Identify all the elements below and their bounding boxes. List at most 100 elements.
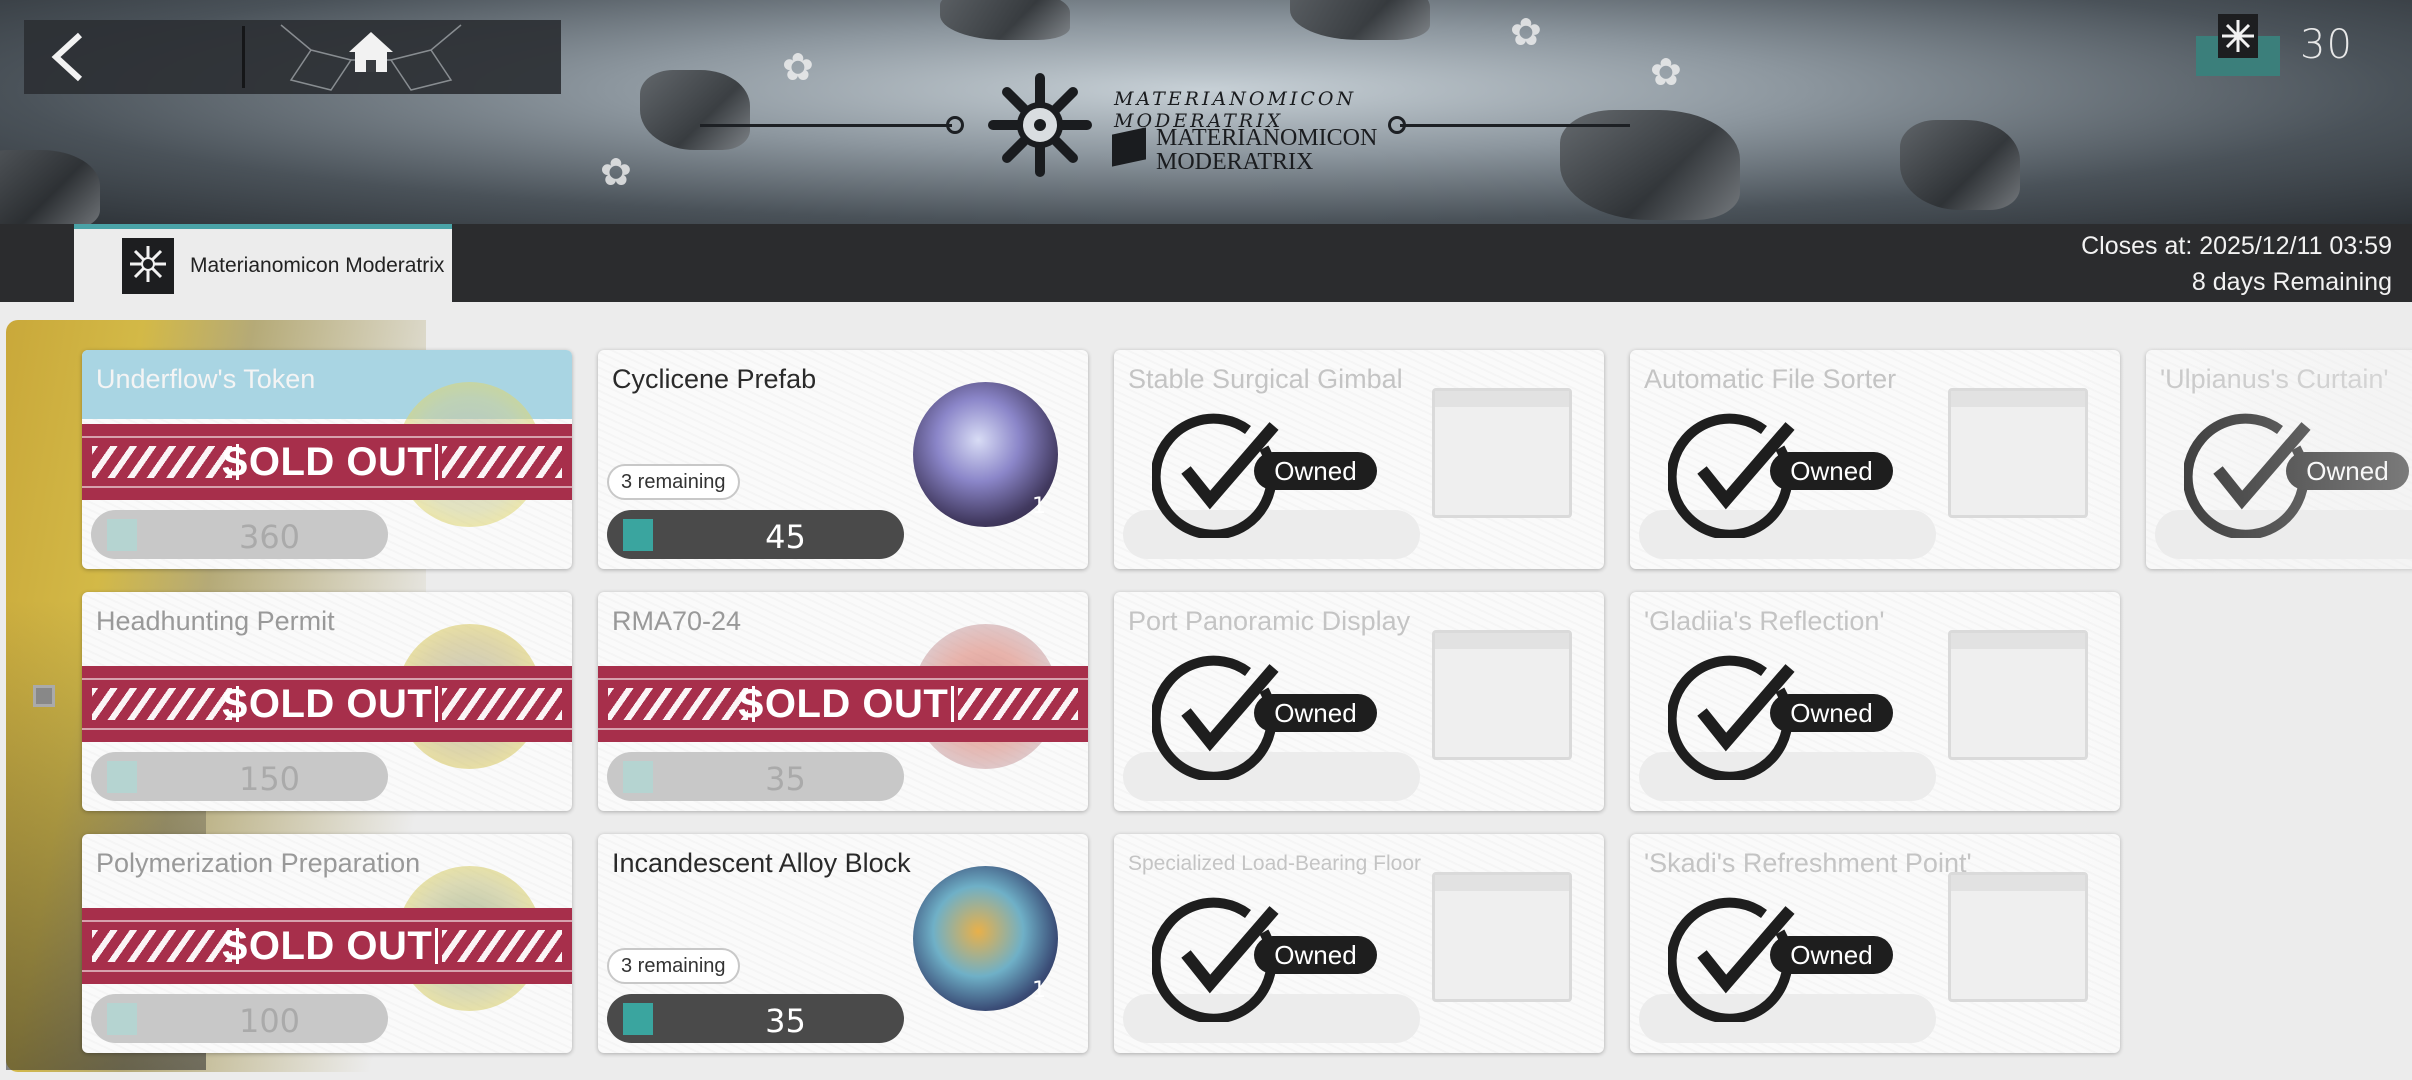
item-name: Polymerization Preparation [96, 848, 421, 878]
item-name: 'Gladiia's Reflection' [1644, 606, 1885, 636]
home-icon [280, 24, 462, 91]
item-card-automatic-file-sorter[interactable]: Automatic File Sorter Owned [1630, 350, 2120, 569]
item-name: Port Panoramic Display [1128, 606, 1411, 636]
stock-remaining: 3 remaining [607, 464, 740, 500]
materianomicon-token-icon [122, 237, 174, 294]
materianomicon-token-icon [2196, 14, 2280, 76]
item-card-polymerization-preparation[interactable]: Polymerization Preparation SOLD OUT 100 [82, 834, 572, 1053]
price-tag: 100 [91, 994, 388, 1043]
sold-out-label: SOLD OUT [221, 440, 433, 484]
owned-badge: Owned [1770, 452, 1893, 490]
materianomicon-token-icon [107, 519, 137, 551]
item-card-stable-surgical-gimbal[interactable]: Stable Surgical Gimbal Owned [1114, 350, 1604, 569]
flower-icon: ✿ [1650, 50, 1682, 94]
flower-icon: ✿ [1510, 10, 1542, 54]
item-card-cyclicene-prefab[interactable]: Cyclicene Prefab 1 3 remaining 45 [598, 350, 1088, 569]
banner-rock [940, 0, 1070, 40]
sold-out-banner: SOLD OUT [82, 666, 572, 742]
owned-badge: Owned [1770, 936, 1893, 974]
sold-out-label: SOLD OUT [737, 682, 949, 726]
stock-remaining: 3 remaining [607, 948, 740, 984]
price-tag: 360 [91, 510, 388, 559]
item-name: 'Skadi's Refreshment Point' [1644, 848, 1972, 878]
price-tag: 45 [607, 510, 904, 559]
tab-materianomicon-moderatrix[interactable]: Materianomicon Moderatrix [74, 224, 452, 302]
item-card-gladiias-reflection[interactable]: 'Gladiia's Reflection' Owned [1630, 592, 2120, 811]
materianomicon-token-icon [107, 1003, 137, 1035]
shop-schedule: Closes at: 2025/12/11 03:59 8 days Remai… [2081, 228, 2392, 300]
item-card-headhunting-permit[interactable]: Headhunting Permit SOLD OUT 150 [82, 592, 572, 811]
item-name: Underflow's Token [96, 364, 316, 394]
item-price: 360 [238, 518, 301, 556]
sold-out-banner: SOLD OUT [598, 666, 1088, 742]
logo-box-icon [1112, 127, 1146, 167]
item-name: Headhunting Permit [96, 606, 335, 636]
currency-display: 30 [2196, 14, 2353, 76]
owned-badge: Owned [1254, 452, 1377, 490]
shop-screen: ✿ ✿ ✿ ✿ MATERIANOMICON MODERATRIX MATERI… [0, 0, 2412, 1080]
item-price: 100 [238, 1002, 301, 1040]
owned-badge: Owned [1254, 694, 1377, 732]
furniture-thumbnail [1432, 872, 1572, 1002]
banner-rock [1290, 0, 1430, 40]
materianomicon-token-icon [107, 761, 137, 793]
sold-out-banner: SOLD OUT [82, 424, 572, 500]
logo-title-line2: MODERATRIX [1156, 149, 1314, 175]
decor-node [946, 116, 964, 134]
banner-rock [0, 150, 100, 224]
materianomicon-token-icon [623, 761, 653, 793]
nav-divider [242, 26, 245, 88]
logo-title: MATERIANOMICON MODERATRIX [1156, 126, 1377, 174]
price-tag: 35 [607, 752, 904, 801]
item-price: 35 [765, 1002, 806, 1040]
furniture-thumbnail [1432, 630, 1572, 760]
item-card-underflows-token[interactable]: Underflow's Token SOLD OUT 360 [82, 350, 572, 569]
price-tag: 150 [91, 752, 388, 801]
decor-line-right [1400, 124, 1630, 127]
item-name: Automatic File Sorter [1644, 364, 1897, 394]
item-card-incandescent-alloy-block[interactable]: Incandescent Alloy Block 1 3 remaining 3… [598, 834, 1088, 1053]
furniture-thumbnail [1948, 872, 2088, 1002]
item-price: 35 [765, 760, 806, 798]
chevron-left-icon [51, 32, 83, 82]
sold-out-banner: SOLD OUT [82, 908, 572, 984]
item-card-rma70-24[interactable]: RMA70-24 SOLD OUT 35 [598, 592, 1088, 811]
home-button[interactable] [246, 20, 496, 94]
furniture-thumbnail [1948, 630, 2088, 760]
item-name: Specialized Load-Bearing Floor [1128, 852, 1422, 875]
item-name: RMA70-24 [612, 606, 742, 636]
closes-at-text: Closes at: 2025/12/11 03:59 [2081, 232, 2392, 260]
item-name: Cyclicene Prefab [612, 364, 817, 394]
decor-node [1388, 116, 1406, 134]
tab-label: Materianomicon Moderatrix [190, 253, 445, 277]
item-card-ulpianus-curtain[interactable]: 'Ulpianus's Curtain' Owned [2146, 350, 2412, 569]
flower-icon: ✿ [782, 45, 814, 89]
materianomicon-token-icon [623, 1003, 653, 1035]
furniture-thumbnail [1948, 388, 2088, 518]
currency-amount: 30 [2300, 22, 2353, 68]
item-card-specialized-load-bearing-floor[interactable]: Specialized Load-Bearing Floor Owned [1114, 834, 1604, 1053]
furniture-thumbnail [1432, 388, 1572, 518]
back-button[interactable] [24, 20, 239, 94]
price-tag: 35 [607, 994, 904, 1043]
item-name: 'Ulpianus's Curtain' [2160, 364, 2389, 394]
scroll-indicator [33, 685, 55, 707]
owned-badge: Owned [1770, 694, 1893, 732]
item-card-skadis-refreshment-point[interactable]: 'Skadi's Refreshment Point' Owned [1630, 834, 2120, 1053]
sold-out-label: SOLD OUT [221, 924, 433, 968]
materianomicon-token-icon [623, 519, 653, 551]
flower-icon: ✿ [600, 150, 632, 194]
item-name: Stable Surgical Gimbal [1128, 364, 1403, 394]
days-remaining-text: 8 days Remaining [2191, 268, 2392, 296]
owned-badge: Owned [1254, 936, 1377, 974]
item-name: Incandescent Alloy Block [612, 848, 911, 878]
emblem-icon [988, 73, 1092, 177]
item-price: 45 [765, 518, 806, 556]
item-card-port-panoramic-display[interactable]: Port Panoramic Display Owned [1114, 592, 1604, 811]
banner-rock [1900, 120, 2020, 210]
sold-out-label: SOLD OUT [221, 682, 433, 726]
item-quantity: 1 [1032, 978, 1046, 1003]
decor-line-left [700, 124, 952, 127]
item-quantity: 1 [1032, 494, 1046, 519]
logo-title-line1: MATERIANOMICON [1156, 125, 1378, 151]
